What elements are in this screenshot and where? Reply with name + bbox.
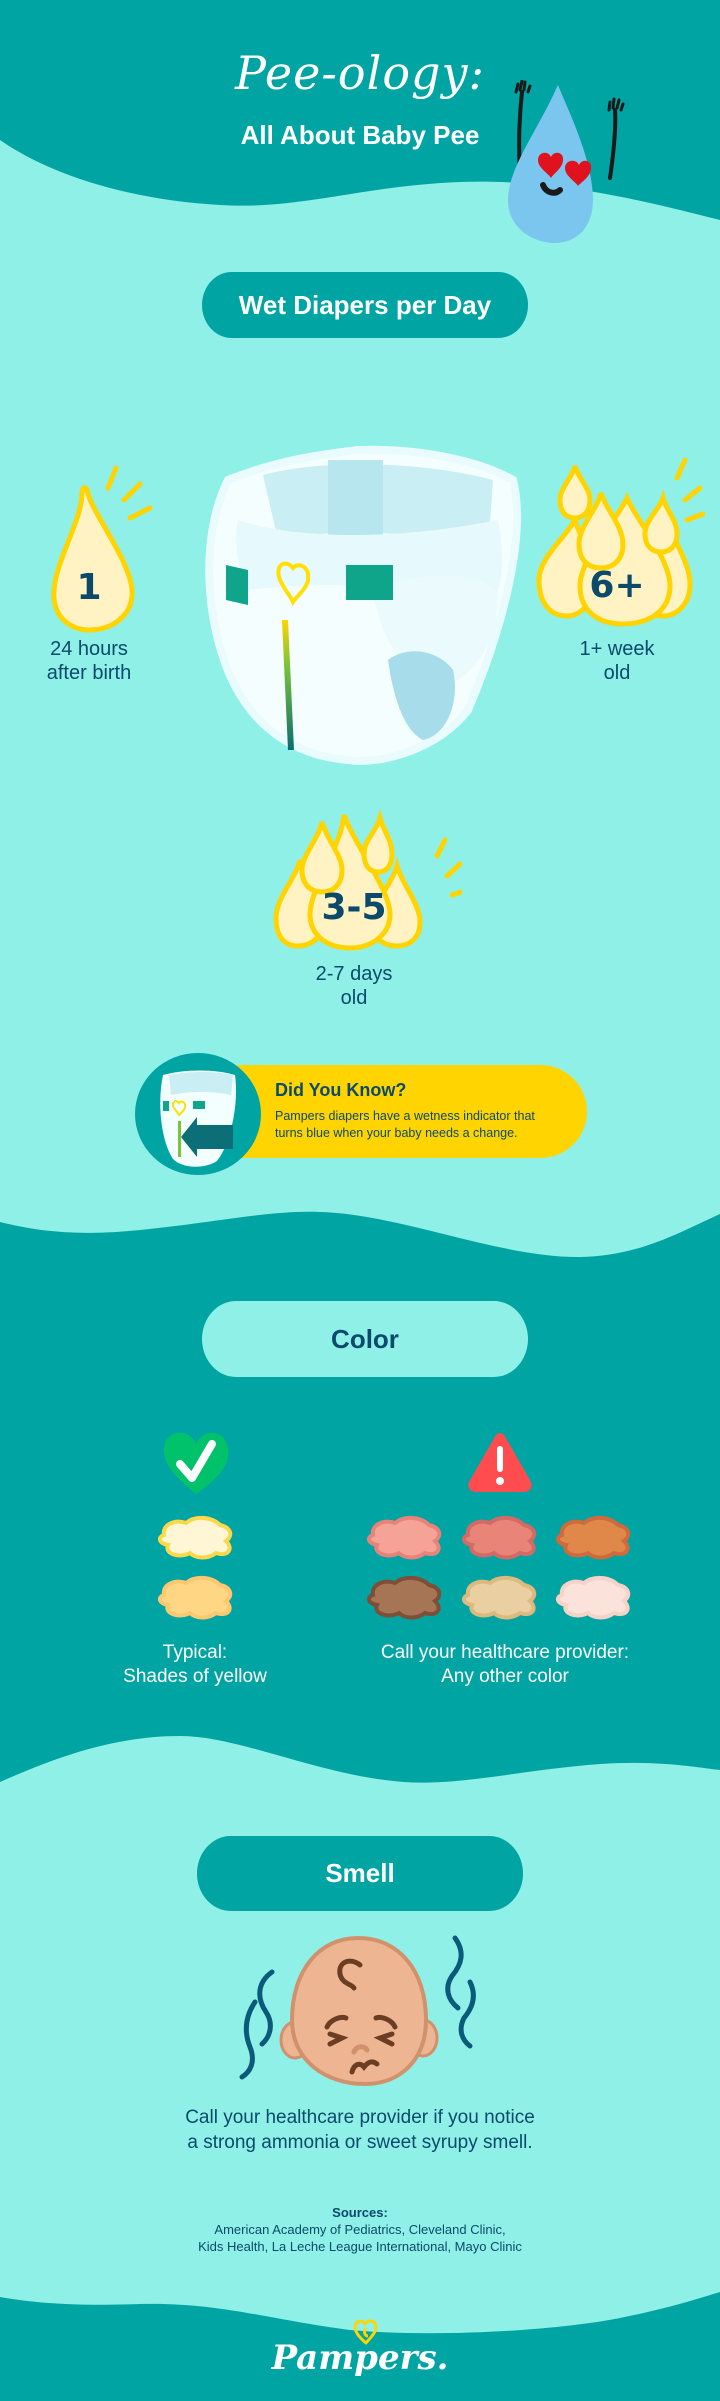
warning-color-swatch: [461, 1576, 537, 1620]
stage-3-5-count: 3-5: [321, 887, 387, 928]
warning-color-swatch: [555, 1576, 631, 1620]
warning-color-swatch: [366, 1576, 442, 1620]
did-you-know-body: Pampers diapers have a wetness indicator…: [275, 1109, 535, 1140]
warning-color-swatch: [366, 1516, 442, 1560]
typical-color-swatch: [157, 1576, 233, 1620]
diaper-illustration: [205, 445, 521, 765]
stage-6-label: 1+ week old: [579, 638, 655, 684]
typical-color-label: Typical: Shades of yellow: [123, 1642, 267, 1687]
sources: Sources: American Academy of Pediatrics,…: [0, 2204, 720, 2255]
baby-face-smell-icon: [239, 1935, 476, 2087]
smell-heading: Smell: [197, 1836, 523, 1911]
wetness-indicator-diaper-icon: [135, 1053, 261, 1175]
typical-color-swatch: [157, 1516, 233, 1560]
single-drop-icon: [51, 465, 153, 633]
stage-3-5-label: 2-7 days old: [315, 963, 393, 1009]
stage-1-count: 1: [76, 567, 102, 608]
warning-color-swatch: [461, 1516, 537, 1560]
happy-water-drop-icon: [508, 80, 625, 243]
stage-6-count: 6+: [589, 565, 645, 606]
color-section-wave: [0, 1211, 720, 1783]
wet-diapers-heading: Wet Diapers per Day: [202, 272, 528, 338]
sources-heading: Sources:: [332, 2205, 388, 2220]
color-heading: Color: [202, 1301, 528, 1377]
check-heart-icon: [164, 1432, 229, 1494]
stage-1-label: 24 hours after birth: [46, 638, 132, 684]
five-drops-icon: [273, 808, 462, 951]
did-you-know-title: Did You Know?: [275, 1080, 407, 1100]
pampers-logo-text: Pampers.: [271, 2338, 449, 2378]
warning-color-label: Call your healthcare provider: Any other…: [380, 1642, 630, 1687]
smell-description: Call your healthcare provider if you not…: [185, 2107, 535, 2153]
warning-color-swatch: [555, 1516, 631, 1560]
warning-triangle-icon: [468, 1433, 532, 1492]
